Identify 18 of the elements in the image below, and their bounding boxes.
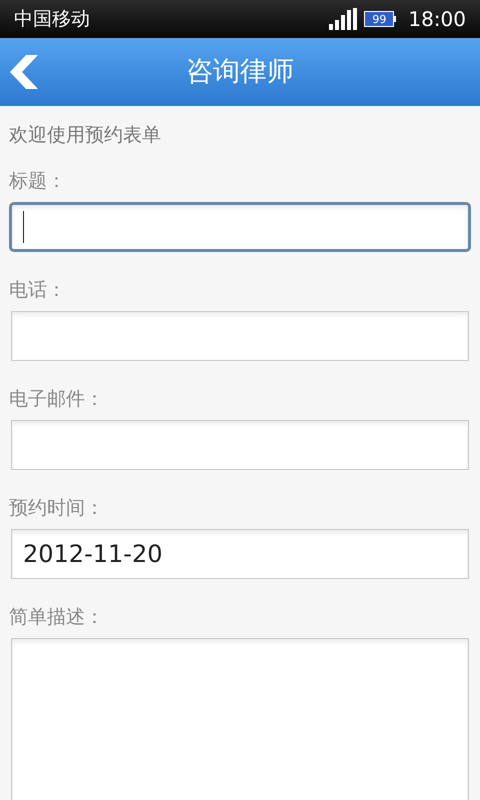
field-label: 电子邮件： (9, 386, 104, 412)
input-field[interactable] (11, 311, 469, 361)
field-label: 简单描述： (9, 604, 104, 630)
clock: 18:00 (408, 6, 466, 33)
field-label: 标题： (9, 168, 66, 194)
form-intro: 欢迎使用预约表单 (9, 122, 161, 148)
input-field[interactable]: 2012-11-20 (11, 529, 469, 579)
page-title: 咨询律师 (186, 54, 294, 89)
signal-icon (329, 8, 358, 30)
battery-level: 99 (372, 14, 386, 24)
back-button[interactable] (8, 54, 40, 90)
field-label: 预约时间： (9, 496, 104, 521)
input-field[interactable] (11, 420, 469, 470)
back-icon (10, 55, 38, 89)
field-label: 电话： (9, 278, 66, 303)
input-field[interactable] (9, 202, 471, 252)
carrier-name: 中国移动 (14, 6, 90, 32)
text-area[interactable] (11, 638, 469, 800)
